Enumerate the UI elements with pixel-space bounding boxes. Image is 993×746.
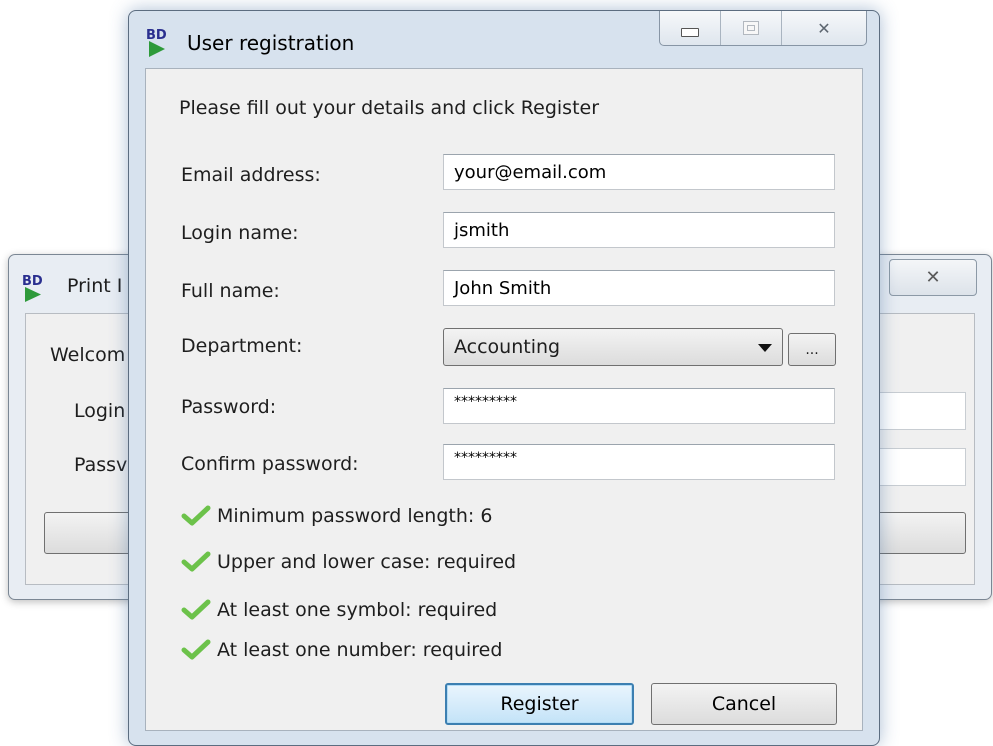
rule-item: At least one number: required (181, 635, 502, 665)
dialog-client-area: Please fill out your details and click R… (145, 68, 863, 731)
password-label: Password: (181, 396, 277, 418)
department-select[interactable]: Accounting (443, 328, 783, 366)
checkmark-icon (181, 639, 211, 660)
minimize-icon (681, 27, 699, 37)
close-icon: ✕ (817, 18, 831, 38)
email-label: Email address: (181, 164, 321, 186)
rule-text: Upper and lower case: required (217, 551, 517, 573)
full-name-value: John Smith (454, 277, 552, 299)
registration-dialog: BD User registration ✕ Please fill out y… (128, 10, 880, 746)
bg-password-label: Passv (74, 454, 128, 476)
minimize-button[interactable] (660, 11, 721, 45)
maximize-button[interactable] (721, 11, 782, 45)
confirm-password-value: ********* (454, 450, 517, 466)
rule-item: At least one symbol: required (181, 595, 497, 625)
maximize-icon (743, 21, 759, 35)
email-value: your@email.com (454, 161, 607, 183)
register-label: Register (500, 693, 579, 715)
register-button[interactable]: Register (445, 683, 634, 725)
rule-item: Minimum password length: 6 (181, 501, 492, 531)
department-value: Accounting (454, 336, 561, 358)
app-logo-icon: BD (22, 274, 43, 302)
rule-text: Minimum password length: 6 (217, 505, 493, 527)
department-label: Department: (181, 335, 303, 357)
caption-buttons: ✕ (659, 11, 867, 46)
bg-window-title: Print I (67, 275, 123, 297)
bg-close-button[interactable]: ✕ (889, 259, 977, 296)
close-button[interactable]: ✕ (782, 11, 866, 45)
password-field[interactable]: ********* (443, 388, 835, 424)
full-name-field[interactable]: John Smith (443, 270, 835, 306)
chevron-down-icon (758, 344, 772, 352)
department-browse-button[interactable]: ... (788, 333, 836, 366)
login-name-value: jsmith (454, 219, 510, 241)
full-name-label: Full name: (181, 280, 280, 302)
login-name-label: Login name: (181, 222, 299, 244)
checkmark-icon (181, 599, 211, 620)
close-icon: ✕ (925, 267, 941, 288)
department-browse-label: ... (805, 341, 819, 358)
email-field[interactable]: your@email.com (443, 154, 835, 190)
confirm-password-label: Confirm password: (181, 453, 359, 475)
svg-text:BD: BD (146, 28, 167, 43)
rule-item: Upper and lower case: required (181, 547, 516, 577)
cancel-label: Cancel (711, 693, 777, 715)
checkmark-icon (181, 551, 211, 572)
rule-text: At least one symbol: required (217, 599, 498, 621)
bg-welcome-text: Welcom (50, 344, 126, 366)
bg-login-label: Login (74, 400, 126, 422)
svg-text:BD: BD (22, 274, 43, 289)
dialog-title: User registration (187, 31, 355, 55)
app-logo-icon: BD (146, 28, 167, 57)
confirm-password-field[interactable]: ********* (443, 444, 835, 480)
login-name-field[interactable]: jsmith (443, 212, 835, 248)
password-value: ********* (454, 394, 517, 410)
intro-text: Please fill out your details and click R… (179, 97, 600, 119)
checkmark-icon (181, 505, 211, 526)
rule-text: At least one number: required (217, 639, 503, 661)
cancel-button[interactable]: Cancel (651, 683, 837, 725)
